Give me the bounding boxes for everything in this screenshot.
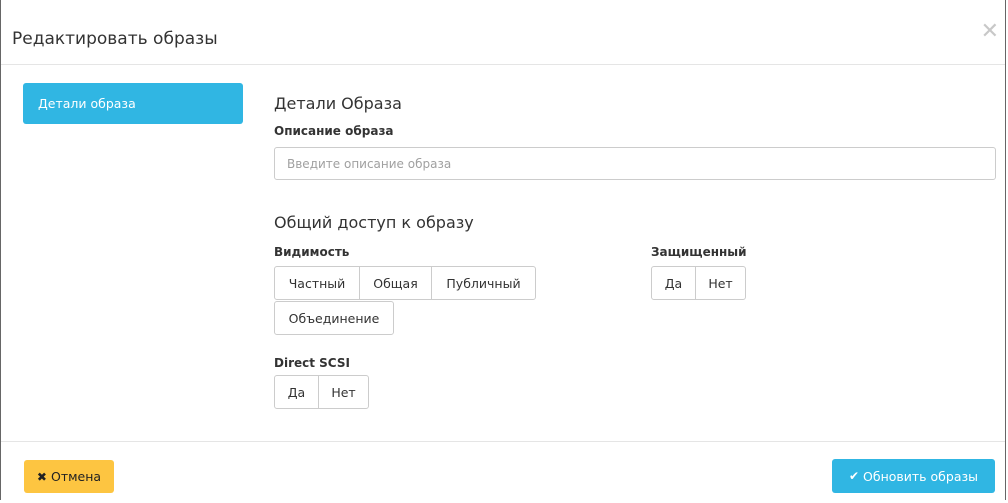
description-input[interactable] <box>274 147 996 180</box>
cancel-button-label: Отмена <box>50 469 102 484</box>
direct-scsi-label: Direct SCSI <box>274 356 350 370</box>
direct-scsi-no-button[interactable]: Нет <box>318 375 369 409</box>
protected-yes-button[interactable]: Да <box>651 266 696 300</box>
visibility-label: Видимость <box>274 245 350 259</box>
visibility-button-group: Частный Общая Публичный <box>274 266 536 300</box>
details-section-title: Детали Образа <box>274 94 402 113</box>
close-icon[interactable]: ✕ <box>981 21 999 43</box>
description-label: Описание образа <box>274 124 394 138</box>
cancel-button[interactable]: ✖ Отмена <box>24 460 114 493</box>
visibility-shared-button[interactable]: Общая <box>359 266 432 300</box>
visibility-community-button[interactable]: Объединение <box>274 301 394 335</box>
modal-header: Редактировать образы ✕ <box>1 0 1005 65</box>
update-images-button[interactable]: ✔ Обновить образы <box>832 459 995 493</box>
visibility-public-button[interactable]: Публичный <box>431 266 536 300</box>
direct-scsi-yes-button[interactable]: Да <box>274 375 319 409</box>
visibility-private-button[interactable]: Частный <box>274 266 360 300</box>
access-section-title: Общий доступ к образу <box>274 213 474 232</box>
protected-button-group: Да Нет <box>651 266 746 300</box>
times-icon: ✖ <box>36 469 47 484</box>
modal-title: Редактировать образы <box>12 29 218 49</box>
edit-image-modal: Редактировать образы ✕ Детали образа Дет… <box>0 0 1006 500</box>
check-icon: ✔ <box>848 469 860 483</box>
tab-image-details[interactable]: Детали образа <box>23 83 243 124</box>
protected-label: Защищенный <box>651 245 747 259</box>
direct-scsi-button-group: Да Нет <box>274 375 369 409</box>
update-images-button-label: Обновить образы <box>863 468 978 484</box>
protected-no-button[interactable]: Нет <box>695 266 746 300</box>
